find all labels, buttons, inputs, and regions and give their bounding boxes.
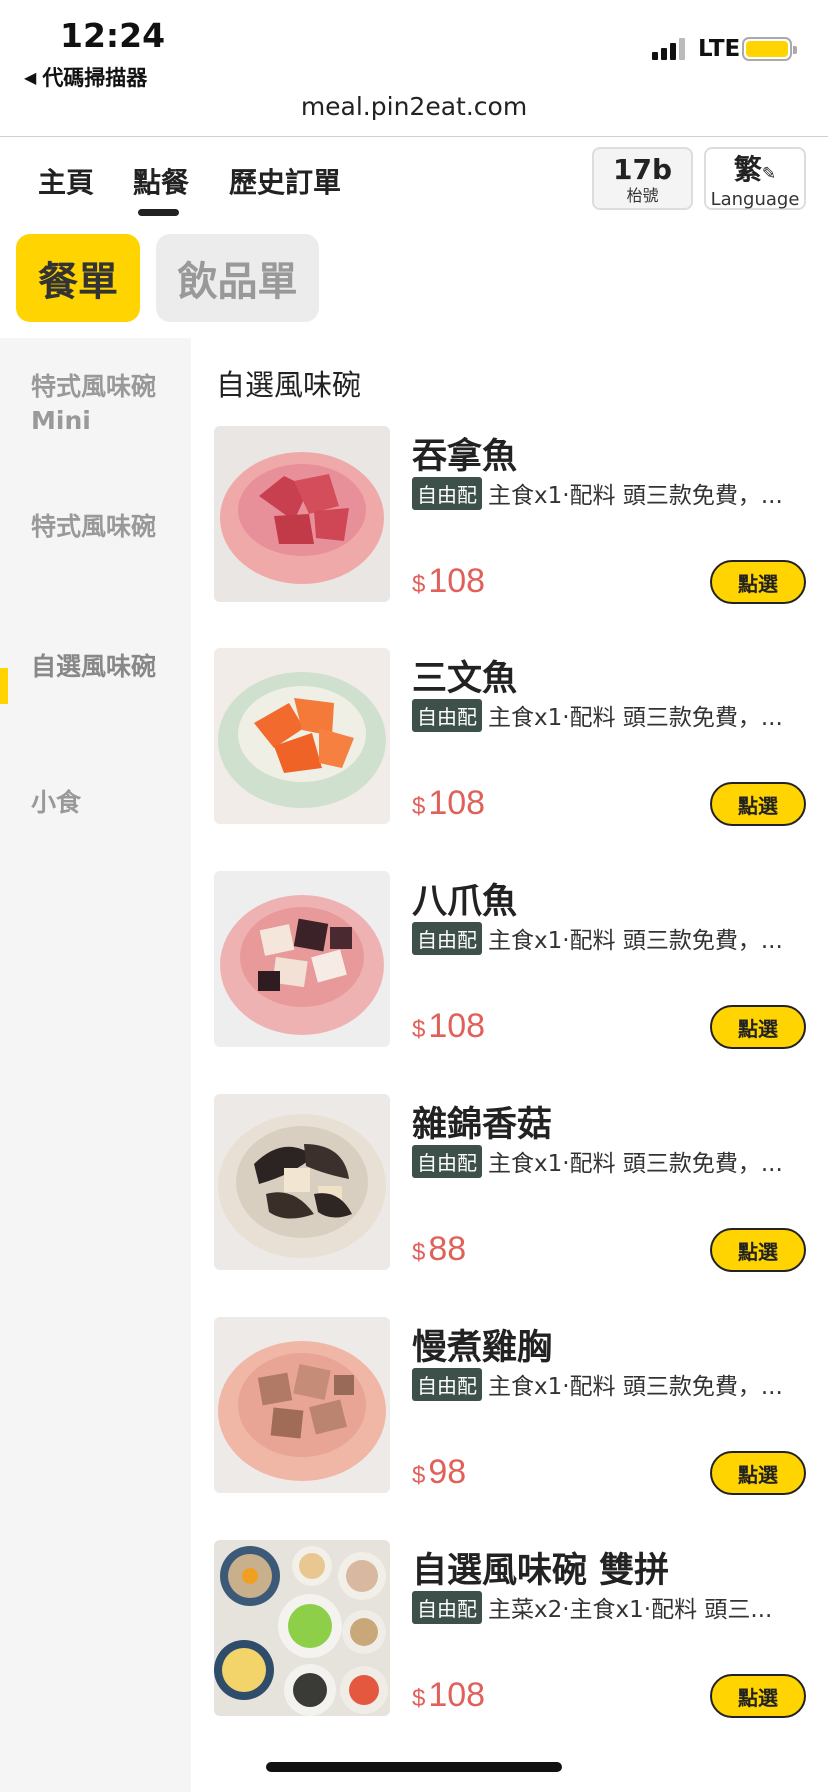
currency-symbol: $ (412, 1685, 426, 1712)
food-photo (214, 871, 390, 1047)
select-button[interactable]: 點選 (710, 782, 806, 826)
item-tag: 自由配 (412, 1590, 482, 1624)
food-photo (214, 648, 390, 824)
address-bar[interactable]: meal.pin2eat.com (0, 92, 828, 121)
item-price: $108 (412, 1676, 485, 1715)
price-value: 108 (428, 784, 486, 822)
section-title: 自選風味碗 (216, 368, 362, 402)
price-value: 108 (428, 1007, 486, 1045)
active-tab-indicator (138, 209, 179, 216)
category-special-bowl[interactable]: 特式風味碗 (31, 510, 161, 544)
active-category-indicator (0, 668, 8, 704)
pencil-icon: ✎ (761, 164, 777, 184)
item-name: 三文魚 (412, 659, 518, 699)
item-desc-text: 主菜x2‧主食x1‧配料 頭三... (488, 1597, 773, 1623)
menu-item[interactable]: 自選風味碗 雙拼 自由配 主菜x2‧主食x1‧配料 頭三... $108 點選 (214, 1540, 814, 1718)
category-custom-bowl[interactable]: 自選風味碗 (31, 650, 161, 684)
menu-item[interactable]: 八爪魚 自由配 主食x1‧配料 頭三款免費，... $108 點選 (214, 871, 814, 1049)
food-photo (214, 426, 390, 602)
table-number-button[interactable]: 17b 枱號 (592, 147, 693, 210)
home-indicator[interactable] (266, 1762, 562, 1772)
food-photo (214, 1094, 390, 1270)
currency-symbol: $ (412, 793, 426, 820)
category-special-bowl-mini[interactable]: 特式風味碗 Mini (31, 370, 161, 438)
language-button[interactable]: 繁✎ Language (704, 147, 806, 210)
food-photo (214, 1317, 390, 1493)
item-price: $108 (412, 1007, 485, 1046)
network-type: LTE (698, 36, 741, 62)
item-description: 自由配 主食x1‧配料 頭三款免費，... (412, 476, 814, 510)
item-tag: 自由配 (412, 698, 482, 732)
select-button[interactable]: 點選 (710, 1451, 806, 1495)
back-to-app-link[interactable]: ◀ 代碼掃描器 (24, 62, 147, 92)
item-name: 自選風味碗 雙拼 (412, 1551, 670, 1591)
item-name: 八爪魚 (412, 882, 518, 922)
price-value: 98 (428, 1453, 467, 1491)
item-name: 雜錦香菇 (412, 1105, 553, 1145)
menu-item[interactable]: 雜錦香菇 自由配 主食x1‧配料 頭三款免費，... $88 點選 (214, 1094, 814, 1272)
table-label: 枱號 (626, 186, 659, 205)
item-description: 自由配 主食x1‧配料 頭三款免費，... (412, 1367, 814, 1401)
food-photo (214, 1540, 390, 1716)
item-tag: 自由配 (412, 921, 482, 955)
tab-home[interactable]: 主頁 (38, 161, 94, 201)
currency-symbol: $ (412, 1239, 426, 1266)
category-snacks[interactable]: 小食 (31, 786, 161, 820)
item-desc-text: 主食x1‧配料 頭三款免費，... (488, 928, 783, 954)
select-button[interactable]: 點選 (710, 1005, 806, 1049)
item-price: $108 (412, 784, 485, 823)
price-value: 108 (428, 562, 486, 600)
item-name: 吞拿魚 (412, 437, 518, 477)
tab-order[interactable]: 點餐 (133, 161, 189, 201)
select-button[interactable]: 點選 (710, 1228, 806, 1272)
item-tag: 自由配 (412, 476, 482, 510)
battery-icon (742, 37, 797, 61)
drink-menu-tab[interactable]: 飲品單 (156, 234, 319, 322)
menu-item[interactable]: 吞拿魚 自由配 主食x1‧配料 頭三款免費，... $108 點選 (214, 426, 814, 604)
item-name: 慢煮雞胸 (412, 1328, 553, 1368)
item-desc-text: 主食x1‧配料 頭三款免費，... (488, 705, 783, 731)
item-desc-text: 主食x1‧配料 頭三款免費，... (488, 1374, 783, 1400)
item-description: 自由配 主食x1‧配料 頭三款免費，... (412, 921, 814, 955)
food-menu-tab[interactable]: 餐單 (16, 234, 140, 322)
item-price: $98 (412, 1453, 466, 1492)
back-app-label: 代碼掃描器 (42, 66, 148, 90)
price-value: 88 (428, 1230, 467, 1268)
item-description: 自由配 主菜x2‧主食x1‧配料 頭三... (412, 1590, 814, 1624)
item-tag: 自由配 (412, 1144, 482, 1178)
select-button[interactable]: 點選 (710, 1674, 806, 1718)
menu-item[interactable]: 慢煮雞胸 自由配 主食x1‧配料 頭三款免費，... $98 點選 (214, 1317, 814, 1495)
category-sidebar: 特式風味碗 Mini 特式風味碗 自選風味碗 小食 (0, 338, 191, 1792)
item-desc-text: 主食x1‧配料 頭三款免費，... (488, 1151, 783, 1177)
status-bar: 12:24 ◀ 代碼掃描器 LTE (0, 0, 828, 92)
item-description: 自由配 主食x1‧配料 頭三款免費，... (412, 1144, 814, 1178)
top-nav: 主頁 點餐 歷史訂單 17b 枱號 繁✎ Language (0, 137, 828, 227)
back-triangle-icon: ◀ (24, 67, 37, 87)
item-description: 自由配 主食x1‧配料 頭三款免費，... (412, 698, 814, 732)
tab-order-history[interactable]: 歷史訂單 (229, 161, 341, 201)
item-tag: 自由配 (412, 1367, 482, 1401)
table-number: 17b (612, 153, 672, 186)
currency-symbol: $ (412, 571, 426, 598)
item-price: $108 (412, 562, 485, 601)
menu-item[interactable]: 三文魚 自由配 主食x1‧配料 頭三款免費，... $108 點選 (214, 648, 814, 826)
currency-symbol: $ (412, 1462, 426, 1489)
item-desc-text: 主食x1‧配料 頭三款免費，... (488, 483, 783, 509)
price-value: 108 (428, 1676, 486, 1714)
language-label: Language (710, 189, 800, 210)
currency-symbol: $ (412, 1016, 426, 1043)
clock: 12:24 (60, 16, 166, 55)
select-button[interactable]: 點選 (710, 560, 806, 604)
signal-icon (652, 38, 685, 60)
language-current: 繁 (733, 153, 762, 186)
item-price: $88 (412, 1230, 466, 1269)
